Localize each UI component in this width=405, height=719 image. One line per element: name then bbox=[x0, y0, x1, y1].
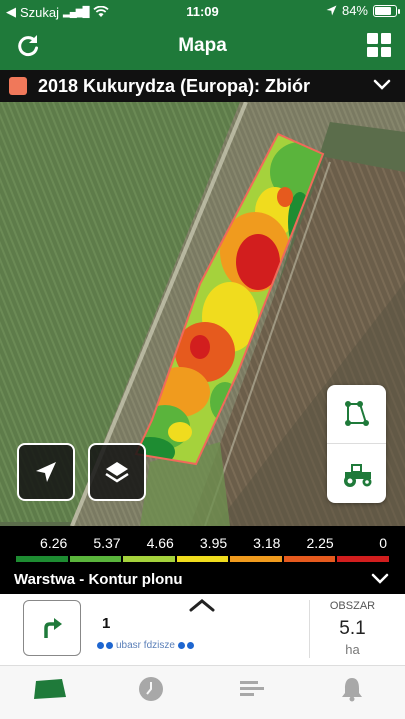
legend-value: 5.37 bbox=[93, 535, 121, 551]
field-color-swatch bbox=[9, 77, 27, 95]
legend-color-segment bbox=[337, 556, 390, 562]
clock-icon bbox=[139, 677, 163, 701]
tractor-icon bbox=[343, 463, 371, 487]
tab-reports[interactable] bbox=[234, 674, 270, 704]
area-value: 5.1 bbox=[339, 618, 366, 639]
legend-color-segment bbox=[230, 556, 282, 562]
legend-value: 0 bbox=[379, 535, 387, 551]
locate-button[interactable] bbox=[17, 443, 75, 501]
legend-color-segment bbox=[123, 556, 175, 562]
legend-color-segment bbox=[69, 556, 122, 562]
field-icon bbox=[34, 679, 66, 699]
field-selector[interactable]: 2018 Kukurydza (Europa): Zbiór bbox=[0, 70, 405, 102]
legend-value: 4.66 bbox=[146, 535, 174, 551]
layer-label[interactable]: Warstwa - Kontur plonu bbox=[14, 571, 183, 588]
turn-right-arrow-icon bbox=[44, 618, 62, 638]
field-count: 1 bbox=[102, 615, 111, 632]
layers-button[interactable] bbox=[88, 443, 146, 501]
blurred-field-label: ubasr fdzisze bbox=[96, 640, 195, 651]
page-title: Mapa bbox=[178, 35, 227, 56]
tab-history[interactable] bbox=[133, 674, 169, 704]
legend-color-bar bbox=[16, 556, 390, 562]
status-right: 84% bbox=[326, 3, 400, 18]
field-info-panel: 1 ubasr fdzisze OBSZAR 5.1 ha bbox=[0, 594, 405, 665]
area-label: OBSZAR bbox=[329, 600, 376, 612]
field-boundary-icon bbox=[344, 401, 369, 426]
map-tool-group bbox=[327, 385, 386, 503]
field-boundary-button[interactable] bbox=[327, 385, 386, 444]
layers-icon bbox=[105, 462, 129, 483]
tab-notifications[interactable] bbox=[334, 674, 370, 704]
chevron-down-icon[interactable] bbox=[371, 573, 389, 585]
status-bar: ◀ Szukaj ▂▄▆█ 11:09 84% bbox=[0, 0, 405, 22]
tab-map[interactable] bbox=[32, 674, 68, 704]
bell-icon bbox=[342, 678, 362, 702]
legend-color-segment bbox=[283, 556, 336, 562]
legend-value: 3.18 bbox=[253, 535, 281, 551]
legend-value: 3.95 bbox=[199, 535, 228, 551]
legend-color-segment bbox=[16, 556, 68, 562]
legend-value: 2.25 bbox=[306, 535, 334, 551]
yield-legend: 6.26 5.37 4.66 3.95 3.18 2.25 0 Warstwa - Kont… bbox=[0, 526, 405, 594]
battery-icon bbox=[373, 4, 400, 17]
grid-menu-icon[interactable] bbox=[367, 33, 391, 57]
legend-value: 6.26 bbox=[40, 535, 68, 551]
legend-color-segment bbox=[176, 556, 229, 562]
navigate-button[interactable] bbox=[23, 600, 81, 656]
chevron-down-icon[interactable] bbox=[373, 78, 391, 92]
tractor-button[interactable] bbox=[327, 444, 386, 503]
map-view[interactable] bbox=[0, 102, 405, 526]
list-icon bbox=[240, 681, 264, 696]
chevron-up-icon[interactable] bbox=[188, 598, 216, 612]
tab-bar bbox=[0, 665, 405, 719]
field-name: 2018 Kukurydza (Europa): Zbiór bbox=[38, 76, 311, 96]
nav-bar: Mapa bbox=[0, 22, 405, 70]
area-unit: ha bbox=[345, 642, 360, 657]
location-services-icon bbox=[326, 5, 337, 16]
battery-percent: 84% bbox=[341, 3, 368, 18]
legend-values: 6.26 5.37 4.66 3.95 3.18 2.25 0 bbox=[16, 535, 389, 551]
location-arrow-icon bbox=[36, 462, 56, 482]
